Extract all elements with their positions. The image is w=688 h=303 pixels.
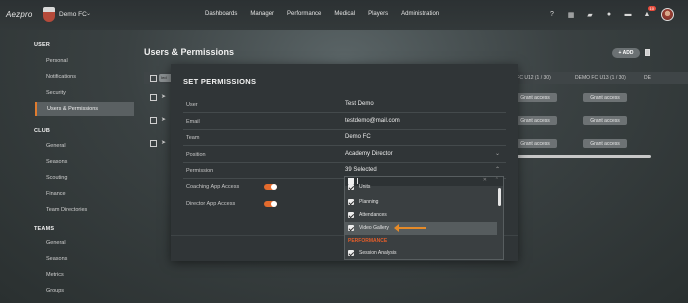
dropdown-item-attendances[interactable]: Attendances [345, 209, 497, 222]
director-app-label: Director App Access [186, 201, 236, 207]
chevron-up-icon[interactable]: ⌃ [495, 166, 500, 173]
coaching-app-toggle[interactable] [264, 184, 277, 190]
team-label: Team [186, 135, 200, 141]
dropdown-item-planning[interactable]: Planning [345, 196, 497, 209]
page-title: Users & Permissions [144, 47, 235, 57]
user-value: Test Demo [345, 101, 374, 107]
help-icon[interactable]: ? [547, 10, 557, 20]
sidebar-item-club-general[interactable]: General [35, 139, 134, 153]
position-label: Position [186, 152, 206, 158]
select-all-checkbox[interactable] [150, 75, 157, 82]
send-icon[interactable]: ➤ [161, 93, 166, 100]
sidebar-item-teams-seasons[interactable]: Seasons [35, 252, 134, 266]
email-row: Email testdemo@mail.com [183, 114, 506, 130]
sidebar-item-scouting[interactable]: Scouting [35, 171, 134, 185]
dropdown-item-session-analysis[interactable]: Session Analysis [345, 247, 497, 260]
grant-access-button[interactable]: Grant access [583, 139, 627, 148]
grant-access-button[interactable]: Grant access [513, 116, 557, 125]
permission-label: Permission [186, 168, 214, 174]
team-row: Team Demo FC [183, 130, 506, 146]
sidebar-item-security[interactable]: Security [35, 86, 134, 100]
add-button[interactable]: + ADD [612, 48, 640, 58]
document-icon[interactable] [645, 49, 650, 56]
nav-icons: ? ▦ ▰ ● ▬ ▲ 10 [547, 5, 674, 21]
checkbox-checked[interactable] [348, 184, 354, 190]
bell-icon[interactable]: ▲ 10 [642, 5, 656, 20]
checkbox-checked[interactable] [348, 212, 354, 218]
email-value: testdemo@mail.com [345, 118, 400, 124]
chat-icon[interactable]: ▬ [623, 10, 633, 20]
horizontal-scrollbar[interactable] [514, 155, 651, 158]
folder-icon[interactable]: ▰ [585, 10, 595, 20]
send-icon[interactable]: ➤ [161, 139, 166, 146]
sidebar-item-finance[interactable]: Finance [35, 187, 134, 201]
permission-select[interactable]: 39 Selected [345, 167, 377, 173]
sidebar-item-metrics[interactable]: Metrics [35, 268, 134, 282]
nav-performance[interactable]: Performance [287, 11, 321, 17]
avatar[interactable] [661, 8, 674, 21]
dropdown-scrollbar[interactable] [498, 188, 501, 206]
sidebar-item-personal[interactable]: Personal [35, 54, 134, 68]
dropdown-group-performance: PERFORMANCE [348, 238, 388, 244]
sidebar-item-users-permissions[interactable]: Users & Permissions [35, 102, 134, 116]
director-app-toggle[interactable] [264, 201, 277, 207]
user-icon[interactable]: ● [604, 10, 614, 20]
notification-badge: 10 [647, 5, 656, 11]
row-checkbox[interactable] [150, 140, 157, 147]
nav-players[interactable]: Players [368, 11, 388, 17]
chevron-down-icon[interactable]: ⌄ [86, 10, 91, 17]
user-label: User [186, 102, 198, 108]
annotation-arrow [394, 224, 426, 232]
permission-dropdown[interactable]: ✕ ⌃ Units Planning Attendances Video Gal… [344, 176, 504, 260]
calendar-icon[interactable]: ▦ [566, 10, 576, 20]
team-value: Demo FC [345, 134, 371, 140]
sidebar-section-user: USER [34, 42, 51, 48]
sidebar-item-groups[interactable]: Groups [35, 284, 134, 298]
coaching-app-label: Coaching App Access [186, 184, 240, 190]
send-icon[interactable]: ➤ [161, 116, 166, 123]
top-navbar: Aezpro Demo FC ⌄ Dashboards Manager Perf… [0, 0, 688, 30]
row-checkbox[interactable] [150, 117, 157, 124]
sidebar-item-club-seasons[interactable]: Seasons [35, 155, 134, 169]
checkbox-checked[interactable] [348, 225, 354, 231]
checkbox-checked[interactable] [348, 199, 354, 205]
main-nav: Dashboards Manager Performance Medical P… [205, 11, 439, 17]
sidebar-item-notifications[interactable]: Notifications [35, 70, 134, 84]
grant-access-button[interactable]: Grant access [513, 139, 557, 148]
app-logo[interactable]: Aezpro [6, 10, 33, 19]
settings-sidebar: USER Personal Notifications Security Use… [34, 42, 134, 298]
email-label: Email [186, 119, 200, 125]
header-team-extra: DE [644, 75, 651, 81]
modal-title: SET PERMISSIONS [183, 77, 257, 86]
sidebar-item-team-directories[interactable]: Team Directories [35, 203, 134, 217]
club-selector[interactable]: Demo FC [59, 11, 87, 18]
dropdown-item-units[interactable]: Units [345, 183, 497, 192]
nav-medical[interactable]: Medical [334, 11, 355, 17]
checkbox-checked[interactable] [348, 250, 354, 256]
chevron-down-icon[interactable]: ⌄ [495, 150, 500, 157]
sidebar-section-teams: TEAMS [34, 226, 55, 232]
nav-dashboards[interactable]: Dashboards [205, 11, 237, 17]
user-row: User Test Demo [183, 97, 506, 113]
position-select[interactable]: Academy Director [345, 151, 393, 157]
sidebar-section-club: CLUB [34, 128, 51, 134]
position-row[interactable]: Position Academy Director ⌄ [183, 147, 506, 163]
grant-access-button[interactable]: Grant access [583, 93, 627, 102]
nav-administration[interactable]: Administration [401, 11, 439, 17]
club-crest-icon [43, 7, 55, 22]
nav-manager[interactable]: Manager [250, 11, 274, 17]
header-team-u13: DEMO FC U13 (1 / 30) [575, 75, 626, 81]
grant-access-button[interactable]: Grant access [513, 93, 557, 102]
grant-access-button[interactable]: Grant access [583, 116, 627, 125]
row-checkbox[interactable] [150, 94, 157, 101]
sidebar-item-teams-general[interactable]: General [35, 236, 134, 250]
